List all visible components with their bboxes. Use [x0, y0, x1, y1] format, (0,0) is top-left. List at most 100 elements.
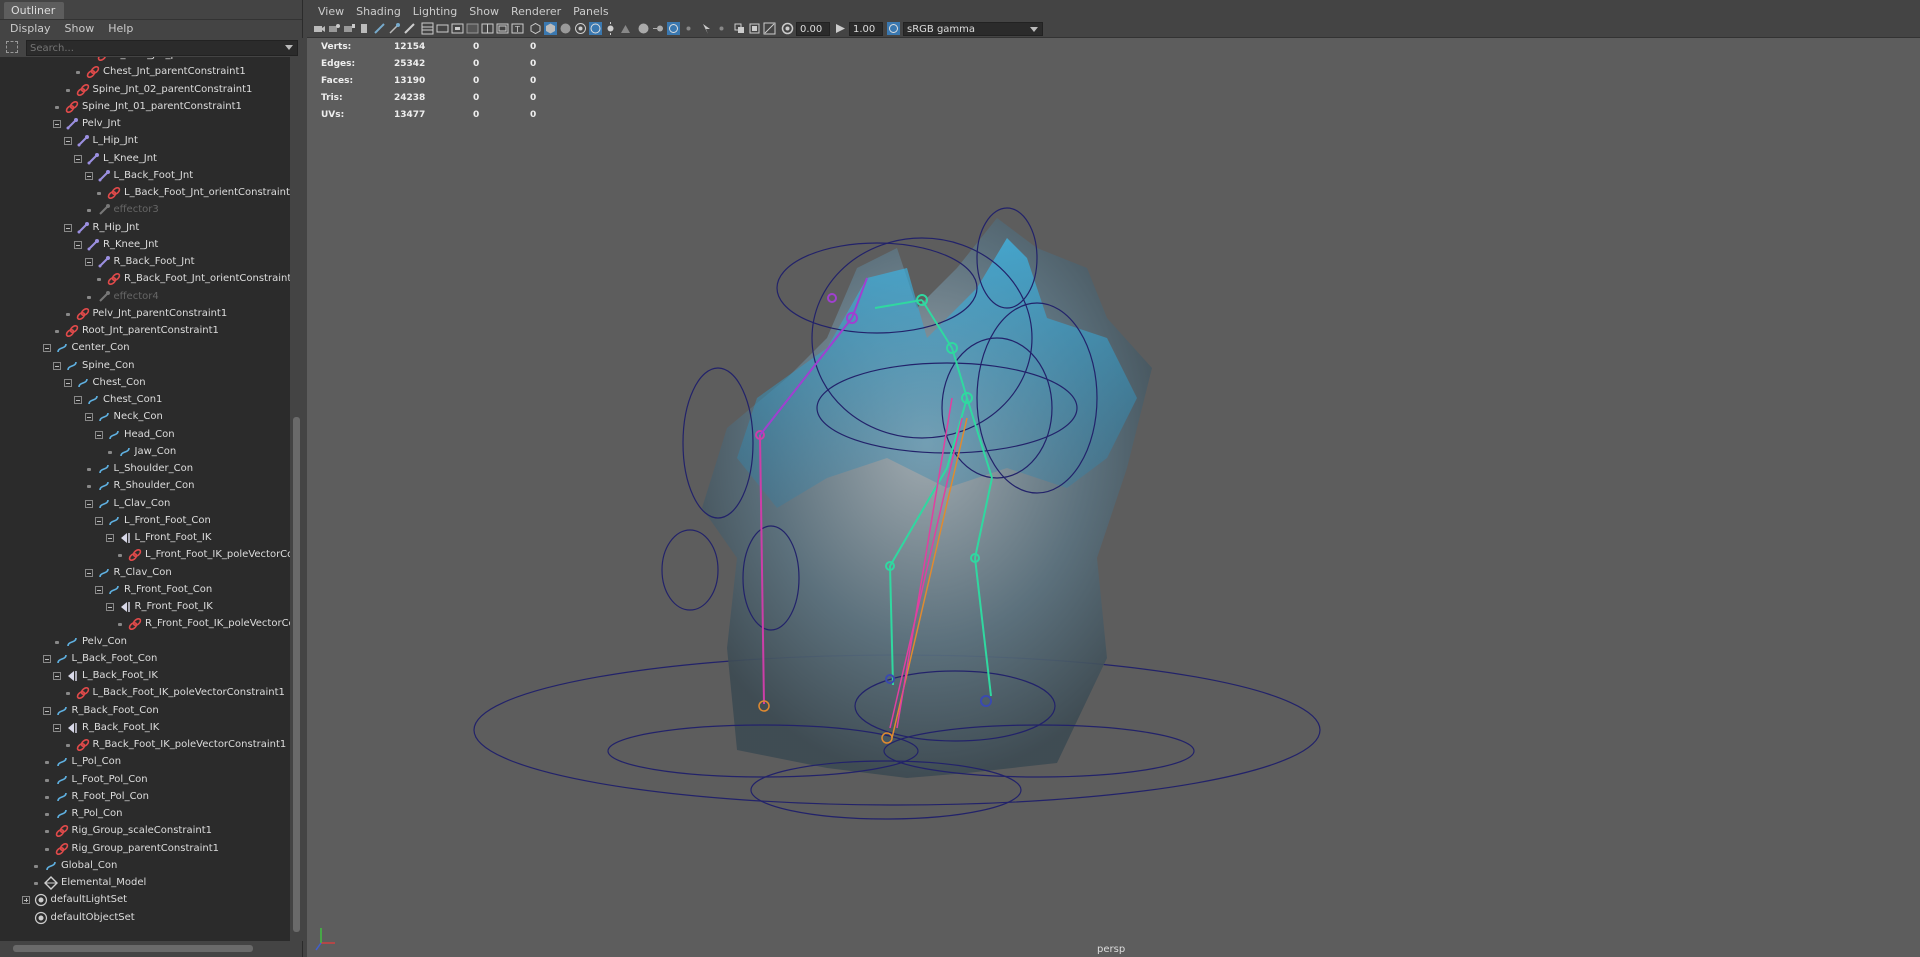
smooth-shade-icon[interactable]	[544, 22, 557, 35]
pan-zoom-icon[interactable]	[388, 22, 401, 35]
outliner-item[interactable]: R_Foot_Pol_Con	[0, 789, 290, 806]
image-plane-icon[interactable]	[358, 22, 371, 35]
gate-mask-icon[interactable]	[466, 22, 479, 35]
outliner-item[interactable]: R_Front_Foot_Con	[0, 582, 290, 599]
outliner-horizontal-scrollbar[interactable]	[0, 941, 291, 957]
outliner-item[interactable]: Chest_Con	[0, 375, 290, 392]
menu-show[interactable]: Show	[463, 5, 505, 18]
outliner-item[interactable]: Elemental_Model	[0, 875, 290, 892]
outliner-tree[interactable]: R_Clav_Jnt_parentConstraint1 Chest_Jnt_pa…	[0, 57, 290, 941]
textured-icon[interactable]	[574, 22, 587, 35]
outliner-item[interactable]: Root_Jnt_parentConstraint1	[0, 323, 290, 340]
exposure-field[interactable]: 0.00	[796, 22, 830, 36]
chevron-down-icon[interactable]	[285, 45, 293, 50]
collapse-icon[interactable]	[84, 258, 93, 266]
outliner-item[interactable]: L_Back_Foot_Jnt_orientConstraint1	[0, 185, 290, 202]
outliner-item[interactable]: effector3	[0, 202, 290, 219]
outliner-tab[interactable]: Outliner	[4, 2, 65, 19]
menu-show[interactable]: Show	[58, 22, 102, 35]
outliner-item[interactable]: Rig_Group_scaleConstraint1	[0, 823, 290, 840]
outliner-item[interactable]: R_Hip_Jnt	[0, 220, 290, 237]
menu-shading[interactable]: Shading	[350, 5, 407, 18]
exposure-icon[interactable]	[781, 22, 794, 35]
collapse-icon[interactable]	[63, 137, 72, 146]
collapse-icon[interactable]	[53, 723, 61, 732]
outliner-item[interactable]: Spine_Con	[0, 358, 290, 375]
camera-select-icon[interactable]	[313, 22, 326, 35]
outliner-item[interactable]: Center_Con	[0, 340, 290, 357]
outliner-item[interactable]: R_Pol_Con	[0, 806, 290, 823]
camera-attributes-icon[interactable]	[328, 22, 341, 35]
grid-icon[interactable]	[421, 22, 434, 35]
dof-icon[interactable]	[682, 22, 695, 35]
outliner-item[interactable]: L_Foot_Pol_Con	[0, 772, 290, 789]
collapse-icon[interactable]	[42, 654, 51, 663]
outliner-item[interactable]: L_Knee_Jnt	[0, 151, 290, 168]
backface-icon[interactable]	[748, 22, 761, 35]
collapse-icon[interactable]	[84, 171, 93, 180]
outliner-item[interactable]: L_Back_Foot_IK_poleVectorConstraint1	[0, 685, 290, 702]
outliner-item[interactable]: R_Knee_Jnt	[0, 237, 290, 254]
viewport-3d-canvas[interactable]: Verts: 12154 0 0 Edges: 25342 0 0 Faces:…	[307, 38, 1920, 957]
outliner-item[interactable]: Neck_Con	[0, 409, 290, 426]
default-material-icon[interactable]	[559, 22, 572, 35]
outliner-item[interactable]: L_Front_Foot_IK	[0, 530, 290, 547]
outliner-item[interactable]: L_Clav_Con	[0, 496, 290, 513]
collapse-icon[interactable]	[95, 585, 103, 594]
outliner-item[interactable]: Pelv_Jnt	[0, 116, 290, 133]
outliner-item[interactable]: R_Back_Foot_Jnt_orientConstraint1	[0, 271, 290, 288]
film-gate-icon[interactable]	[436, 22, 449, 35]
outliner-item[interactable]: R_Back_Foot_IK_poleVectorConstraint1	[0, 737, 290, 754]
gamma-field[interactable]: 1.00	[849, 22, 883, 36]
color-management-icon[interactable]	[887, 22, 900, 35]
outliner-item[interactable]: Head_Con	[0, 427, 290, 444]
collapse-icon[interactable]	[63, 223, 72, 232]
motion-blur-icon[interactable]	[652, 22, 665, 35]
rigged-model-view[interactable]	[307, 38, 1920, 957]
outliner-item[interactable]: R_Back_Foot_Con	[0, 703, 290, 720]
collapse-icon[interactable]	[95, 516, 103, 525]
bookmark-icon[interactable]	[343, 22, 356, 35]
outliner-item[interactable]: L_Back_Foot_Con	[0, 651, 290, 668]
collapse-icon[interactable]	[53, 672, 61, 680]
outliner-item[interactable]: effector4	[0, 289, 290, 306]
outliner-item[interactable]: R_Clav_Con	[0, 565, 290, 582]
outliner-item[interactable]: defaultLightSet	[0, 892, 290, 909]
xray-icon[interactable]	[589, 22, 602, 35]
expand-icon[interactable]	[21, 896, 30, 905]
outliner-item[interactable]: Spine_Jnt_02_parentConstraint1	[0, 82, 290, 99]
collapse-icon[interactable]	[42, 344, 51, 353]
collapse-icon[interactable]	[74, 396, 82, 404]
collapse-icon[interactable]	[53, 120, 61, 128]
collapse-icon[interactable]	[53, 361, 61, 370]
collapse-icon[interactable]	[74, 240, 82, 249]
collapse-icon[interactable]	[42, 706, 51, 715]
outliner-item[interactable]: Chest_Jnt_parentConstraint1	[0, 64, 290, 81]
grease-pencil-icon[interactable]	[403, 22, 416, 35]
scrollbar-thumb[interactable]	[13, 945, 253, 952]
collapse-icon[interactable]	[74, 154, 82, 163]
outliner-item[interactable]: Global_Con	[0, 858, 290, 875]
outliner-item[interactable]: Spine_Jnt_01_parentConstraint1	[0, 99, 290, 116]
color-space-select[interactable]: sRGB gamma	[903, 22, 1043, 36]
scrollbar-thumb[interactable]	[293, 417, 300, 932]
collapse-icon[interactable]	[84, 499, 93, 508]
field-chart-icon[interactable]	[481, 22, 494, 35]
xray-active-icon[interactable]	[733, 22, 746, 35]
menu-lighting[interactable]: Lighting	[407, 5, 463, 18]
resolution-gate-icon[interactable]	[451, 22, 464, 35]
outliner-item[interactable]: L_Pol_Con	[0, 754, 290, 771]
outliner-item[interactable]: defaultObjectSet	[0, 910, 290, 927]
menu-help[interactable]: Help	[101, 22, 140, 35]
outliner-item[interactable]: R_Back_Foot_IK	[0, 720, 290, 737]
outliner-item[interactable]: R_Front_Foot_IK	[0, 599, 290, 616]
collapse-icon[interactable]	[95, 430, 103, 439]
collapse-icon[interactable]	[105, 603, 114, 611]
outliner-item[interactable]: R_Front_Foot_IK_poleVectorCons	[0, 616, 290, 633]
outliner-item[interactable]: R_Shoulder_Con	[0, 478, 290, 495]
outliner-item[interactable]: L_Back_Foot_IK	[0, 668, 290, 685]
multisample-icon[interactable]	[667, 22, 680, 35]
outliner-item[interactable]: R_Back_Foot_Jnt	[0, 254, 290, 271]
outliner-item[interactable]: Chest_Con1	[0, 392, 290, 409]
menu-panels[interactable]: Panels	[567, 5, 614, 18]
